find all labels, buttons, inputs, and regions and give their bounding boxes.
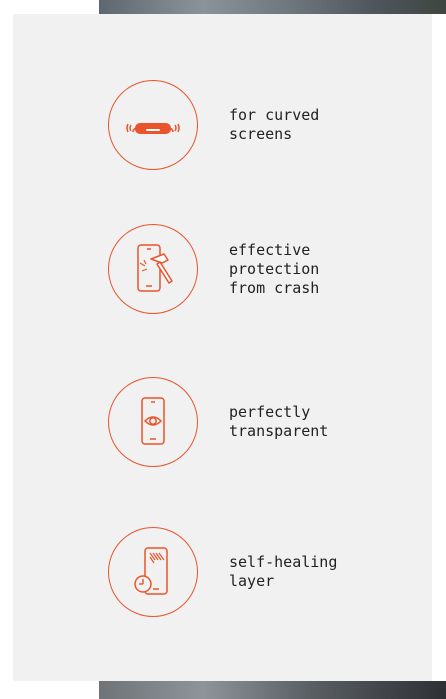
feature-curved-screens: for curved screens: [108, 80, 379, 170]
eye-phone-icon: [133, 394, 173, 450]
feature-icon-circle: [108, 527, 198, 617]
feature-crash-protection: effective protection from crash: [108, 224, 379, 314]
features-panel: for curved screens effective protection …: [13, 14, 432, 681]
background-photo-bottom: [99, 681, 446, 699]
curved-screen-icon: [123, 110, 183, 140]
feature-label: effective protection from crash: [229, 240, 320, 297]
feature-label: self-healing layer: [229, 553, 338, 590]
feature-self-healing: self-healing layer: [108, 527, 379, 617]
self-healing-phone-icon: [131, 544, 175, 600]
feature-icon-circle: [108, 377, 198, 467]
background-photo-top: [99, 0, 446, 14]
feature-label: for curved screens: [229, 106, 320, 143]
feature-transparent: perfectly transparent: [108, 377, 379, 467]
hammer-phone-icon: [128, 241, 178, 297]
feature-icon-circle: [108, 80, 198, 170]
feature-label: perfectly transparent: [229, 403, 329, 440]
feature-icon-circle: [108, 224, 198, 314]
page: for curved screens effective protection …: [0, 0, 446, 699]
